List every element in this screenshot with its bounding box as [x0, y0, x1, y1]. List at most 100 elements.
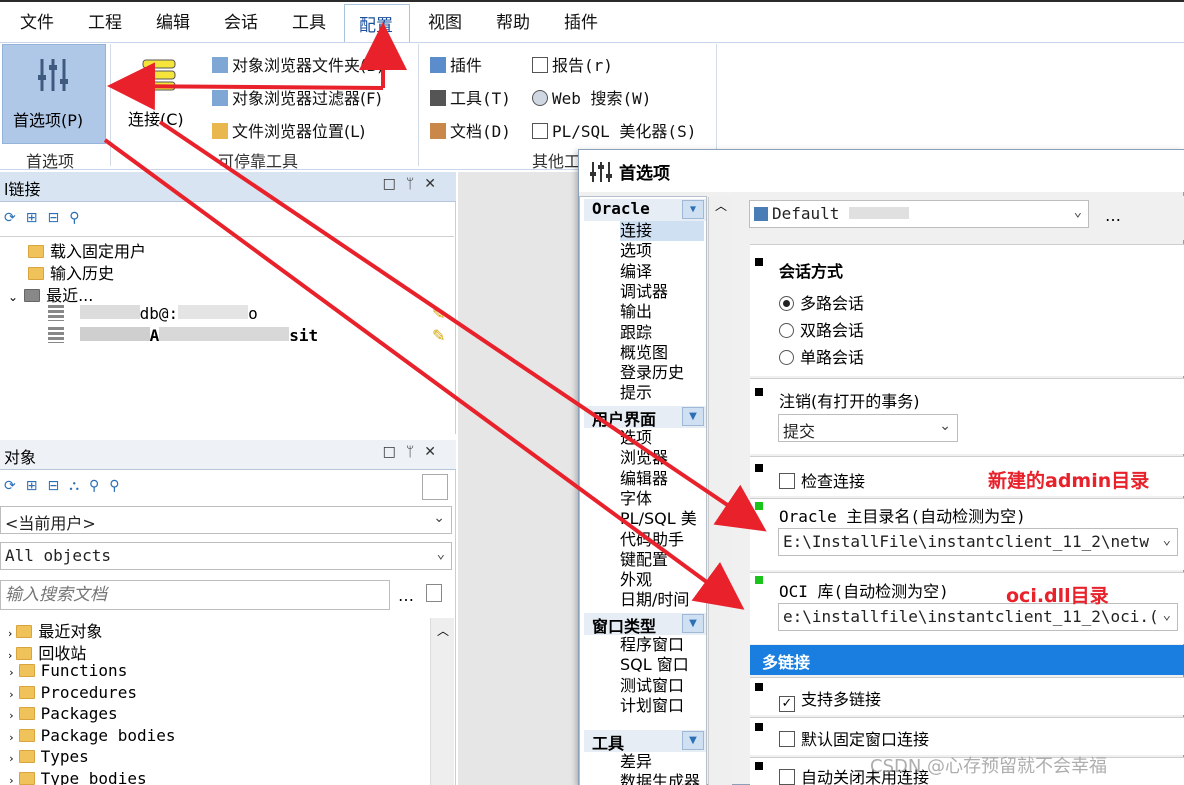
plugin-icon: [430, 57, 446, 73]
menu-session[interactable]: 会话: [224, 8, 258, 33]
object-tree-item[interactable]: › Package bodies: [8, 726, 175, 745]
nav-group-win[interactable]: 窗口类型 ▼: [584, 613, 706, 636]
oracle-home-label: Oracle 主目录名(自动检测为空): [779, 507, 1026, 526]
nav-item[interactable]: 跟踪: [620, 323, 652, 343]
nav-item[interactable]: 输出: [620, 302, 652, 322]
web-search-button[interactable]: Web 搜索(W): [532, 85, 651, 109]
ribbon-separator: [110, 44, 111, 166]
oci-combo[interactable]: e:\installfile\instantclient_11_2\oci.(⌄: [778, 603, 1178, 631]
nav-item[interactable]: 选项: [620, 241, 652, 261]
reports-button[interactable]: 报告(r): [532, 52, 613, 76]
object-tree-item[interactable]: › 最近对象: [8, 618, 102, 642]
panel-window-buttons[interactable]: □ᛘ✕: [383, 176, 446, 192]
chevron-up-icon: ︿: [715, 199, 728, 213]
object-tree-item[interactable]: › Functions: [8, 661, 127, 680]
support-multi-connection-checkbox[interactable]: ✓ 支持多链接: [779, 686, 881, 712]
object-type-combo[interactable]: All objects ⌄: [0, 542, 452, 570]
preferences-nav: ︿ Oracle ▼ 连接 选项 编译 调试器 输出 跟踪 概览图 登录历史 提示 用户界面 ▼ 选项 浏览…: [579, 196, 732, 785]
nav-item[interactable]: 选项: [620, 428, 652, 448]
nav-item[interactable]: 日期/时间: [620, 590, 689, 610]
color-box[interactable]: [422, 474, 448, 500]
menu-tools[interactable]: 工具: [292, 8, 326, 33]
menu-view[interactable]: 视图: [428, 8, 462, 33]
nav-item[interactable]: 程序窗口: [620, 635, 684, 655]
dock-object-browser-filters[interactable]: 对象浏览器过滤器(F): [212, 85, 382, 109]
profile-more-button[interactable]: …: [1105, 206, 1121, 225]
menu-edit[interactable]: 编辑: [156, 8, 190, 33]
dock-file-browser-location[interactable]: 文件浏览器位置(L): [212, 118, 365, 142]
nav-item[interactable]: 外观: [620, 570, 652, 590]
object-tree-item[interactable]: › Packages: [8, 704, 118, 723]
menu-configure[interactable]: 配置: [344, 4, 410, 44]
nav-group-oracle[interactable]: Oracle ▼: [584, 199, 706, 221]
connect-button[interactable]: 连接(C): [124, 52, 194, 132]
new-document-icon[interactable]: [426, 584, 442, 602]
pin-icon[interactable]: ✎: [432, 326, 445, 345]
chevron-right-icon: ›: [8, 627, 13, 640]
user-combo[interactable]: <当前用户> ⌄: [0, 506, 452, 534]
nav-item[interactable]: 编辑器: [620, 469, 668, 489]
watermark: CSDN @心存预留就不会幸福: [870, 756, 1108, 777]
nav-item[interactable]: 提示: [620, 383, 652, 403]
nav-item[interactable]: 测试窗口: [620, 676, 684, 696]
recent-connection-1[interactable]: db@: o: [48, 304, 258, 323]
nav-item[interactable]: 浏览器: [620, 448, 668, 468]
object-tree-scrollbar[interactable]: ︿: [430, 618, 454, 785]
nav-item[interactable]: 登录历史: [620, 363, 684, 383]
nav-group-ui[interactable]: 用户界面 ▼: [584, 406, 706, 429]
documents-button[interactable]: 文档(D): [430, 118, 511, 142]
preferences-button[interactable]: 首选项(P): [2, 44, 106, 144]
radio-dual-session[interactable]: 双路会话: [779, 317, 864, 341]
connection-toolbar[interactable]: ⟳⊞⊟⚲: [4, 210, 89, 226]
object-toolbar[interactable]: ⟳⊞⊟⛬⚲⚲: [4, 478, 130, 494]
folder-icon: [24, 289, 41, 302]
nav-group-tools[interactable]: 工具 ▼: [584, 730, 706, 753]
dock-object-browser-folders[interactable]: 对象浏览器文件夹(B): [212, 52, 383, 76]
default-fixed-window-checkbox[interactable]: 默认固定窗口连接: [779, 726, 929, 750]
check-connection-checkbox[interactable]: 检查连接: [779, 468, 865, 492]
nav-item[interactable]: 概览图: [620, 343, 668, 363]
radio-multi-session[interactable]: 多路会话: [779, 290, 864, 314]
chevron-down-icon: ⌄: [939, 418, 951, 434]
nav-item[interactable]: 字体: [620, 489, 652, 509]
more-button[interactable]: …: [398, 586, 414, 605]
logoff-title: 注销(有打开的事务): [779, 392, 920, 411]
object-tree-item[interactable]: › Type bodies: [8, 769, 147, 785]
nav-item[interactable]: 调试器: [620, 282, 668, 302]
recent-connection-2[interactable]: Asit: [48, 326, 318, 345]
radio-single-session[interactable]: 单路会话: [779, 344, 864, 368]
tree-item-fixed-users[interactable]: 载入固定用户: [28, 238, 146, 262]
nav-item[interactable]: 编译: [620, 262, 652, 282]
oracle-home-combo[interactable]: E:\InstallFile\instantclient_11_2\netw ⌄: [778, 528, 1178, 556]
object-tree-item[interactable]: › Types: [8, 747, 89, 766]
object-tree-item[interactable]: › 回收站: [8, 640, 86, 664]
menu-plugins[interactable]: 插件: [564, 8, 598, 33]
panel-window-buttons[interactable]: □ᛘ✕: [383, 444, 446, 460]
folder-icon: [18, 707, 35, 720]
nav-item[interactable]: SQL 窗口: [620, 655, 689, 675]
pin-icon[interactable]: ✎: [432, 304, 445, 323]
nav-item[interactable]: 代码助手: [620, 530, 684, 550]
nav-item[interactable]: 键配置: [620, 550, 668, 570]
menu-help[interactable]: 帮助: [496, 8, 530, 33]
chevron-down-icon: ▼: [682, 731, 704, 750]
menu-file[interactable]: 文件: [20, 8, 54, 33]
nav-scrollbar[interactable]: ︿: [708, 197, 732, 785]
nav-item[interactable]: 差异: [620, 752, 652, 772]
logoff-combo[interactable]: 提交 ⌄: [778, 414, 958, 442]
nav-item[interactable]: 连接: [620, 221, 704, 241]
object-tree-item[interactable]: › Procedures: [8, 683, 137, 702]
tree-item-recent[interactable]: ⌄ 最近...: [8, 282, 93, 306]
nav-item[interactable]: 计划窗口: [620, 696, 684, 716]
tree-item-input-history[interactable]: 输入历史: [28, 260, 114, 284]
profile-combo[interactable]: Default ⌄: [749, 200, 1089, 228]
toolbox-icon: [430, 90, 446, 106]
nav-item[interactable]: 数据生成器: [620, 772, 700, 785]
plsql-beautifier-button[interactable]: PL/SQL 美化器(S): [532, 118, 696, 142]
menu-project[interactable]: 工程: [88, 8, 122, 33]
search-input[interactable]: [0, 580, 390, 610]
chevron-down-icon: ⌄: [433, 510, 445, 526]
tools-button[interactable]: 工具(T): [430, 85, 511, 109]
plugins-button[interactable]: 插件: [430, 52, 482, 76]
nav-item[interactable]: PL/SQL 美: [620, 509, 697, 529]
